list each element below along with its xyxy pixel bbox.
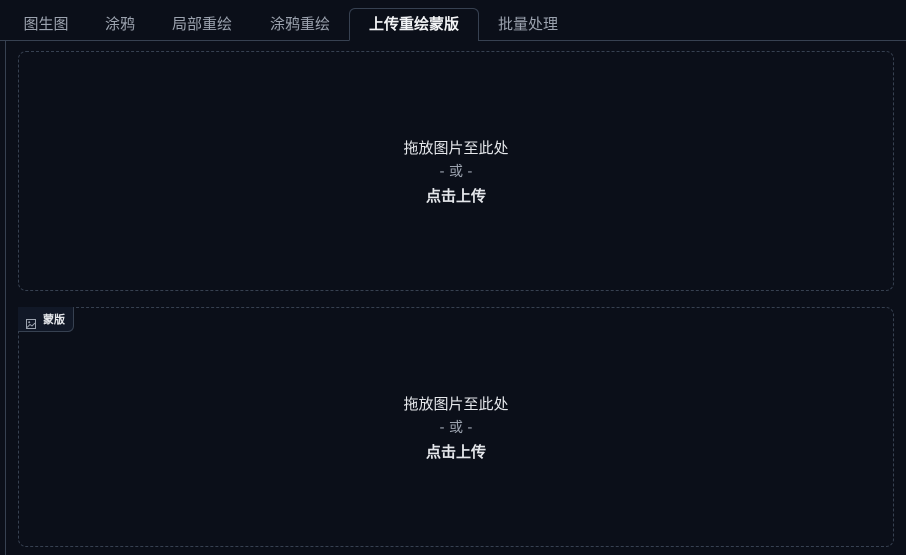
mask-label-badge: 蒙版 <box>18 307 74 332</box>
drop-here-text: 拖放图片至此处 <box>403 395 509 413</box>
tab-img2img[interactable]: 图生图 <box>10 8 82 40</box>
or-text: - 或 - <box>439 164 473 180</box>
tab-batch[interactable]: 批量处理 <box>484 8 572 40</box>
drop-here-text: 拖放图片至此处 <box>403 139 509 157</box>
click-upload-text[interactable]: 点击上传 <box>19 184 893 208</box>
mask-label: 蒙版 <box>43 313 65 326</box>
image-icon <box>26 314 36 329</box>
mask-upload-prompt: 拖放图片至此处 - 或 - 点击上传 <box>19 392 893 464</box>
tab-sketch[interactable]: 涂鸦 <box>92 8 148 40</box>
or-text: - 或 - <box>439 420 473 436</box>
click-upload-text[interactable]: 点击上传 <box>19 440 893 464</box>
mask-upload-dropzone[interactable]: 拖放图片至此处 - 或 - 点击上传 <box>18 307 894 547</box>
tab-inpaint-upload[interactable]: 上传重绘蒙版 <box>349 8 479 41</box>
tab-bar: 图生图 涂鸦 局部重绘 涂鸦重绘 上传重绘蒙版 批量处理 <box>0 0 906 41</box>
image-upload-prompt: 拖放图片至此处 - 或 - 点击上传 <box>19 136 893 208</box>
tab-inpaint-sketch[interactable]: 涂鸦重绘 <box>256 8 344 40</box>
tab-inpaint[interactable]: 局部重绘 <box>158 8 246 40</box>
image-upload-dropzone[interactable]: 拖放图片至此处 - 或 - 点击上传 <box>18 51 894 291</box>
